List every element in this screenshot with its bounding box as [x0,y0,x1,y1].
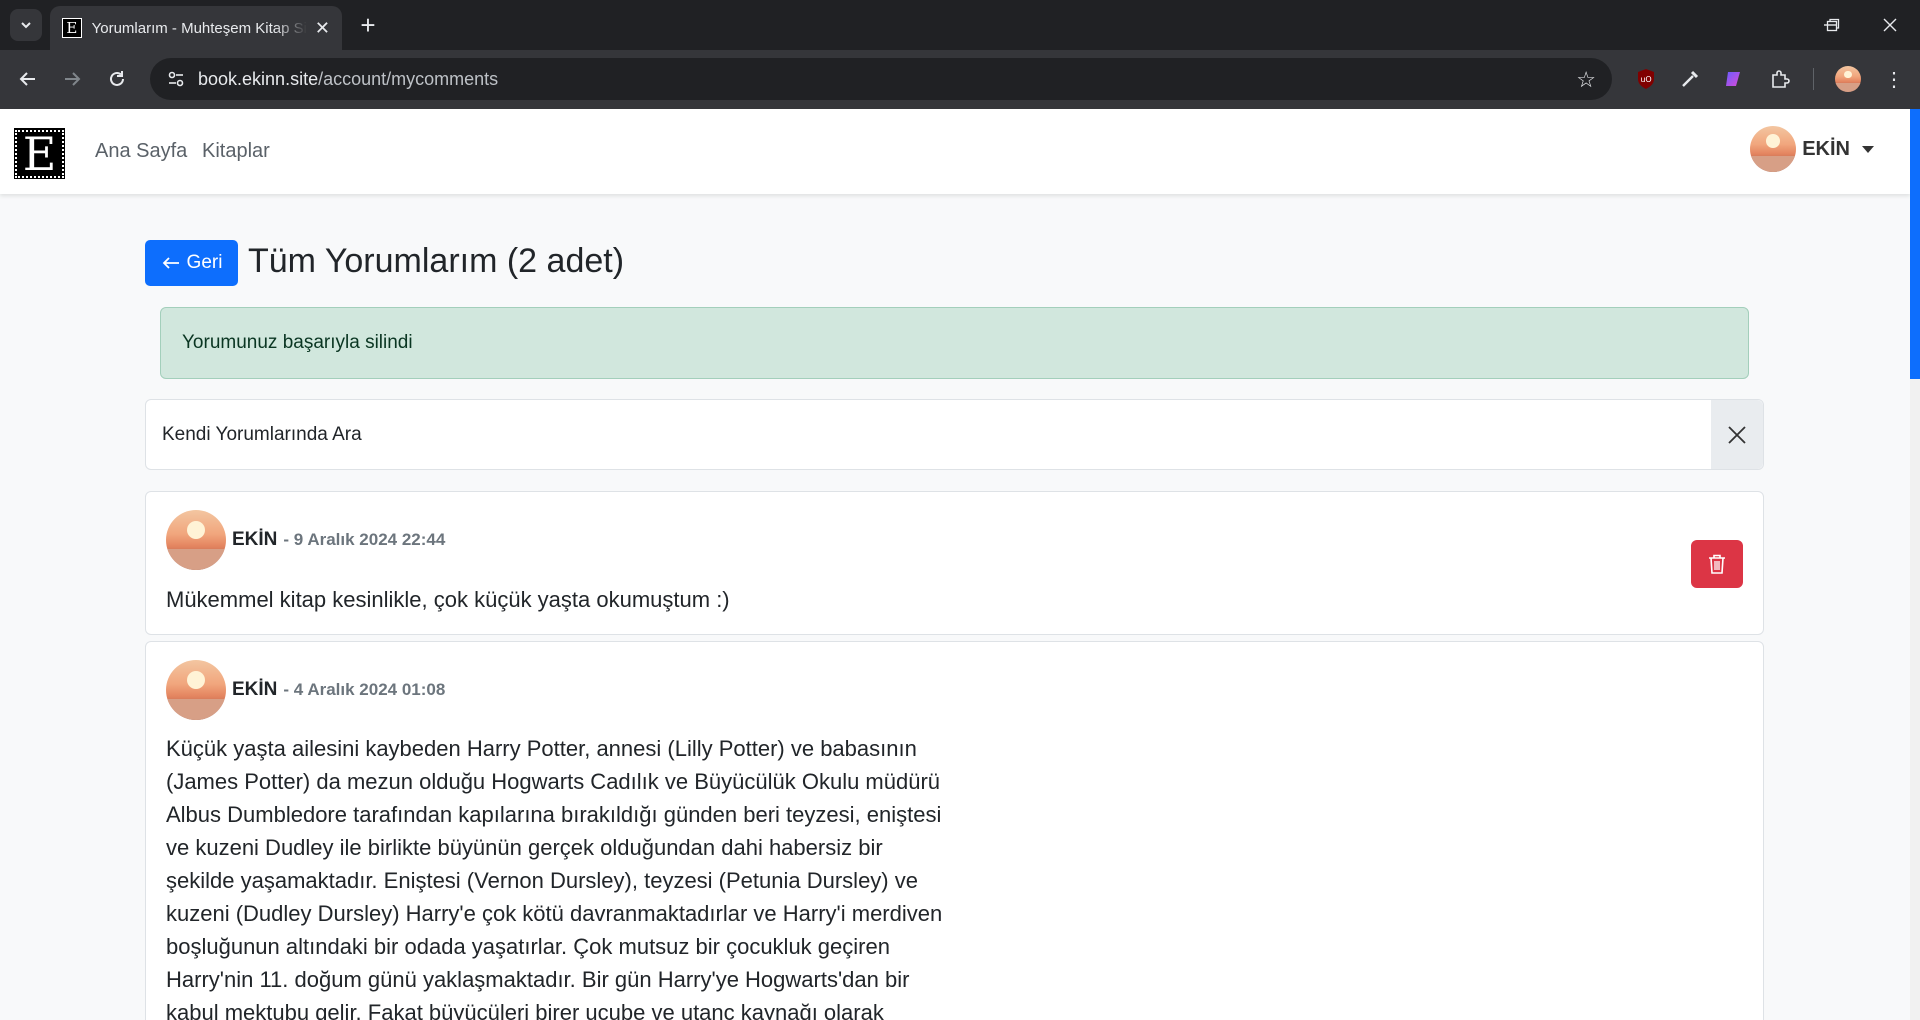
trash-icon [1709,554,1725,574]
tab-title: Yorumlarım - Muhteşem Kitap Sitesi [91,19,307,37]
web-page: E Ana Sayfa Kitaplar EKİN Geri Tüm Yorum… [0,109,1920,1020]
user-avatar [1750,126,1797,172]
alert-message: Yorumunuz başarıyla silindi [182,332,413,353]
comment-avatar [166,660,226,720]
eyedropper-extension-icon[interactable] [1676,65,1704,93]
address-bar[interactable]: book.ekinn.site/account/mycomments ☆ [150,58,1612,100]
site-logo-letter: E [14,129,65,178]
site-navbar: E Ana Sayfa Kitaplar EKİN [0,109,1910,194]
browser-tab-active[interactable]: E Yorumlarım - Muhteşem Kitap Sitesi ✕ [50,6,342,50]
comment-author: EKİN [232,529,278,550]
site-info-icon[interactable] [164,67,188,91]
search-input[interactable] [146,400,1711,469]
reload-icon [110,71,124,86]
tab-search-button[interactable] [10,9,42,41]
comment-text-line: Küçük yaşta ailesini kaybeden Harry Pott… [166,736,917,761]
bookmark-star-icon[interactable]: ☆ [1576,67,1596,93]
comment-text-line: boşluğunun altındaki bir odada yaşatırla… [166,934,890,959]
comment-text-line: ve kuzeni Dudley ile birlikte büyünün ge… [166,835,883,860]
close-tab-icon[interactable]: ✕ [315,18,330,39]
comment-text-line: Albus Dumbledore tarafından kapılarına b… [166,802,942,827]
user-menu-dropdown[interactable]: EKİN [1750,126,1874,172]
clear-search-button[interactable] [1711,400,1763,469]
page-scrollbar[interactable] [1910,109,1920,1020]
comment-text-line: şekilde yaşamaktadır. Eniştesi (Vernon D… [166,868,918,893]
scrollbar-thumb[interactable] [1910,109,1920,379]
arrow-left-icon [19,72,35,86]
nav-link-home[interactable]: Ana Sayfa [95,140,187,163]
comment-text: Mükemmel kitap kesinlikle, çok küçük yaş… [166,587,730,612]
success-alert: Yorumunuz başarıyla silindi [160,307,1749,379]
user-name: EKİN [1802,137,1850,160]
comment-text-line: kabul mektubu gelir. Fakat büyücüleri bi… [166,1000,884,1020]
back-button-label: Geri [186,252,223,273]
comment-text-line: kuzeni (Dudley Dursley) Harry'e çok kötü… [166,901,943,926]
page-title: Tüm Yorumlarım (2 adet) [248,242,625,280]
profile-avatar-icon[interactable] [1834,65,1862,93]
arrow-left-icon [162,257,179,269]
forward-nav-button[interactable] [56,63,88,95]
arrow-right-icon [65,72,81,86]
comment-date: - 9 Aralık 2024 22:44 [283,530,446,549]
site-logo[interactable]: E [14,128,65,179]
comment-header: EKİN - 9 Aralık 2024 22:44 [166,510,445,570]
browser-toolbar: book.ekinn.site/account/mycomments ☆ uO … [0,50,1920,109]
comment-card: EKİN - 4 Aralık 2024 01:08 Küçük yaşta a… [145,641,1764,1020]
comment-text-line: Harry'nin 11. doğum günü yaklaşmaktadır.… [166,967,910,992]
comment-date: - 4 Aralık 2024 01:08 [283,680,446,699]
delete-comment-button[interactable] [1691,540,1743,588]
ublock-extension-icon[interactable]: uO [1632,65,1660,93]
comment-text-line: (James Potter) da mezun olduğu Hogwarts … [166,769,941,794]
extensions-puzzle-icon[interactable] [1766,65,1794,93]
nav-link-books[interactable]: Kitaplar [202,140,270,163]
purple-extension-icon[interactable] [1720,65,1748,93]
close-icon [1883,18,1897,32]
reload-button[interactable] [101,63,133,95]
comment-card: EKİN - 9 Aralık 2024 22:44 Mükemmel kita… [145,491,1764,635]
url-domain: book.ekinn.site [198,68,319,89]
profile-avatar [1835,66,1861,92]
comment-avatar [166,510,226,570]
caret-down-icon [1862,145,1874,153]
comment-search [145,399,1764,470]
favicon-icon: E [62,18,82,38]
restore-icon [1826,18,1840,32]
url-text: book.ekinn.site/account/mycomments [198,69,498,90]
comment-author: EKİN [232,679,278,700]
browser-menu-icon[interactable]: ⋮ [1880,65,1908,93]
svg-text:uO: uO [1640,75,1651,84]
back-nav-button[interactable] [12,63,44,95]
comment-text: Küçük yaşta ailesini kaybeden Harry Pott… [166,732,942,1020]
browser-tab-bar: E Yorumlarım - Muhteşem Kitap Sitesi ✕ + [0,0,1920,50]
chevron-down-icon [21,22,31,29]
new-tab-button[interactable]: + [352,9,384,41]
maximize-button[interactable] [1803,0,1863,50]
url-path: /account/mycomments [318,68,499,89]
close-icon [1728,425,1746,444]
close-window-button[interactable] [1860,0,1920,50]
back-button[interactable]: Geri [145,240,238,286]
comment-header: EKİN - 4 Aralık 2024 01:08 [166,660,445,720]
toolbar-divider [1813,68,1814,90]
